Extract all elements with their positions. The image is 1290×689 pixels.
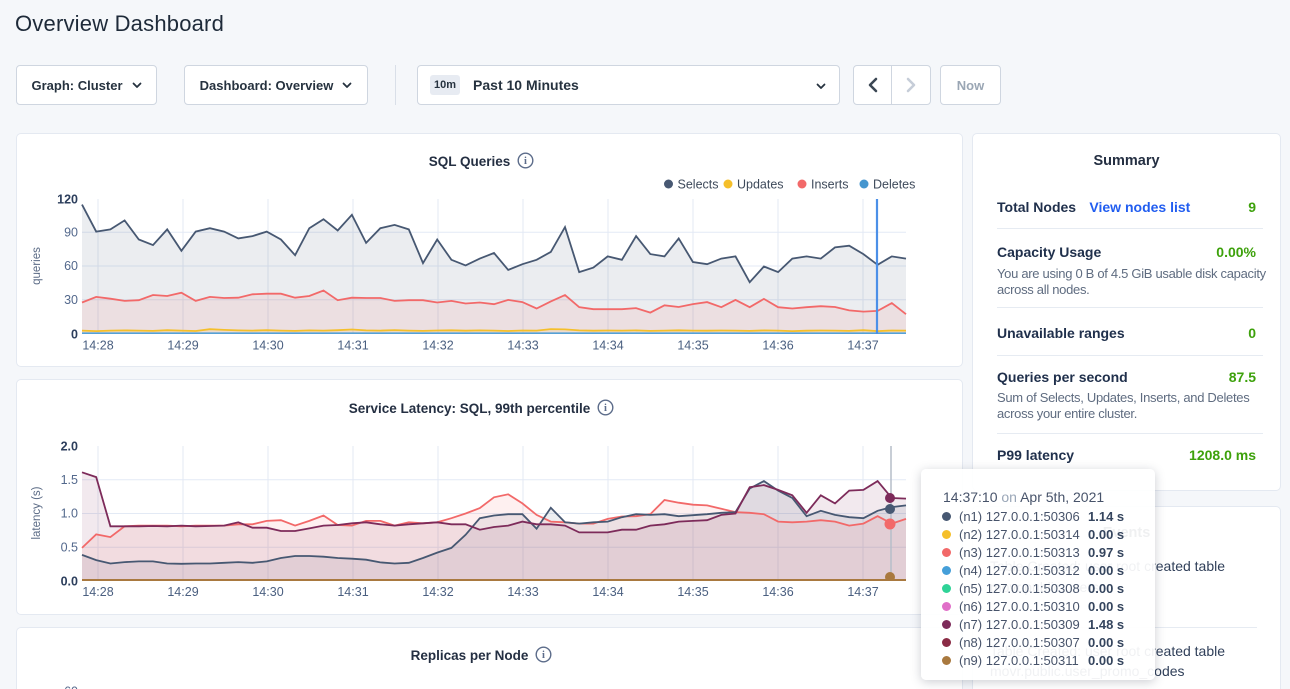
svg-text:latency (s): latency (s) — [31, 486, 43, 539]
svg-text:Updates: Updates — [737, 178, 784, 192]
svg-text:14:36: 14:36 — [762, 585, 793, 599]
svg-text:1.5: 1.5 — [61, 473, 78, 487]
svg-text:14:33: 14:33 — [507, 339, 538, 353]
svg-text:14:37: 14:37 — [847, 339, 878, 353]
svg-text:14:28: 14:28 — [82, 339, 113, 353]
svg-text:14:32: 14:32 — [422, 339, 453, 353]
svg-text:30: 30 — [64, 293, 78, 307]
svg-text:14:35: 14:35 — [677, 585, 708, 599]
svg-text:14:36: 14:36 — [762, 339, 793, 353]
svg-text:2.0: 2.0 — [61, 440, 78, 454]
svg-text:1.0: 1.0 — [61, 507, 78, 521]
svg-text:14:34: 14:34 — [592, 339, 623, 353]
svg-text:14:32: 14:32 — [422, 585, 453, 599]
svg-text:14:34: 14:34 — [592, 585, 623, 599]
svg-text:14:31: 14:31 — [337, 585, 368, 599]
svg-text:90: 90 — [64, 226, 78, 240]
svg-text:queries: queries — [31, 247, 43, 285]
svg-text:14:33: 14:33 — [507, 585, 538, 599]
svg-text:60: 60 — [64, 685, 78, 689]
svg-text:14:35: 14:35 — [677, 339, 708, 353]
svg-text:60: 60 — [64, 259, 78, 273]
svg-text:14:28: 14:28 — [82, 585, 113, 599]
svg-text:0: 0 — [71, 328, 78, 342]
svg-text:Deletes: Deletes — [873, 178, 915, 192]
svg-text:120: 120 — [57, 193, 78, 207]
svg-text:14:30: 14:30 — [252, 339, 283, 353]
svg-text:14:29: 14:29 — [167, 339, 198, 353]
svg-text:0.0: 0.0 — [61, 575, 78, 589]
svg-text:Inserts: Inserts — [811, 178, 849, 192]
svg-text:Selects: Selects — [678, 178, 719, 192]
svg-text:14:31: 14:31 — [337, 339, 368, 353]
svg-text:14:30: 14:30 — [252, 585, 283, 599]
svg-text:0.5: 0.5 — [61, 541, 78, 555]
svg-text:14:37: 14:37 — [847, 585, 878, 599]
svg-text:14:29: 14:29 — [167, 585, 198, 599]
